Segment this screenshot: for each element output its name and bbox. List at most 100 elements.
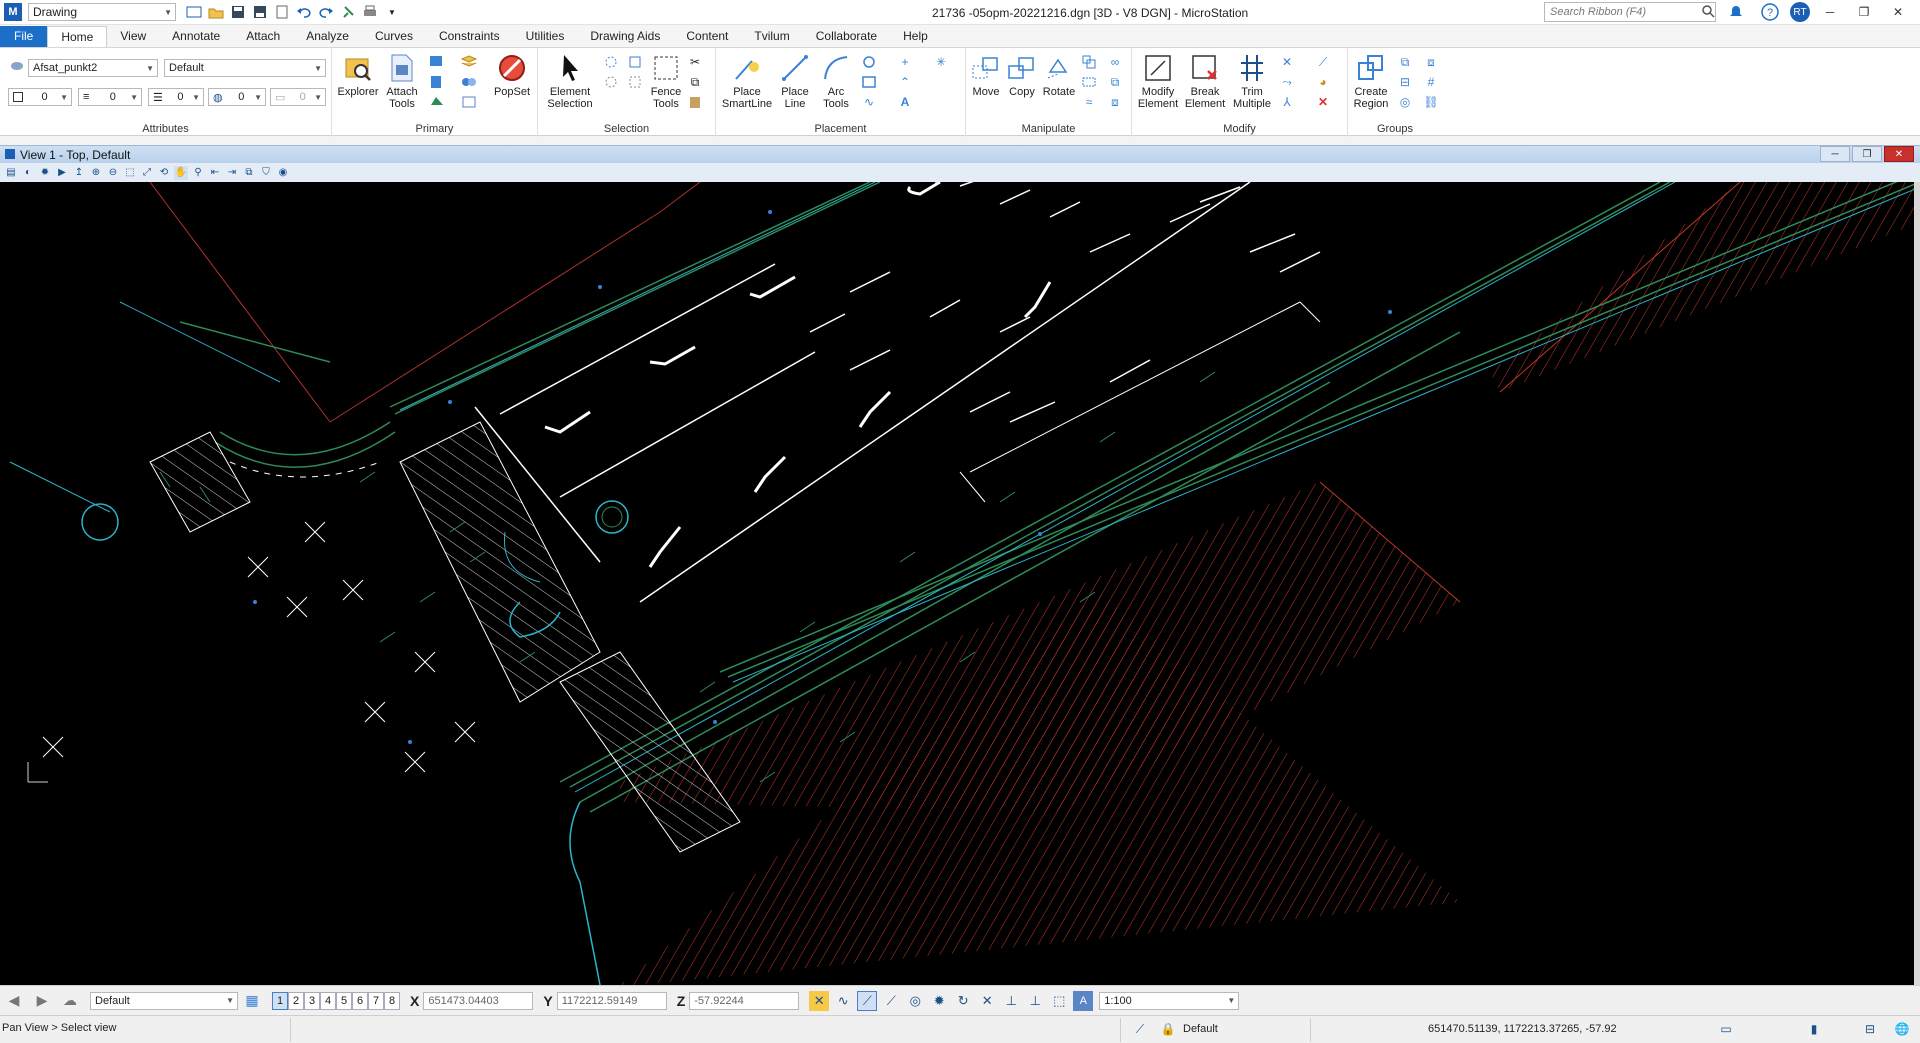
tab-view[interactable]: View bbox=[107, 26, 159, 47]
modify-element-button[interactable]: Modify Element bbox=[1136, 52, 1180, 110]
smartline-status-icon[interactable]: ⟋ bbox=[1132, 1021, 1148, 1037]
next-view-icon[interactable]: ⇥ bbox=[225, 166, 239, 180]
break-element-button[interactable]: Break Element bbox=[1182, 52, 1228, 110]
block-icon[interactable] bbox=[860, 74, 878, 90]
clear-selection-icon[interactable] bbox=[626, 74, 644, 90]
active-level-combo[interactable]: Default ▼ bbox=[90, 991, 238, 1010]
color-dropdown[interactable]: 0 ▼ bbox=[8, 88, 72, 106]
arc-tools-button[interactable]: Arc Tools bbox=[816, 52, 856, 110]
update-view-icon[interactable]: ↥ bbox=[72, 166, 86, 180]
back-arrow-icon[interactable]: ◀ bbox=[0, 990, 28, 1012]
view-6-button[interactable]: 6 bbox=[352, 991, 368, 1010]
view-2-button[interactable]: 2 bbox=[288, 991, 304, 1010]
view-3-button[interactable]: 3 bbox=[304, 991, 320, 1010]
open-folder-icon[interactable] bbox=[208, 4, 224, 20]
pattern-icon[interactable]: # bbox=[1422, 74, 1440, 90]
models-icon[interactable] bbox=[428, 54, 446, 70]
ungroup-icon[interactable]: ⧈ bbox=[1422, 54, 1440, 70]
line-style-dropdown[interactable]: ≡ 0 ▼ bbox=[78, 88, 142, 106]
attach-tools-button[interactable]: Attach Tools bbox=[382, 52, 422, 110]
camera-icon[interactable]: ◉ bbox=[276, 166, 290, 180]
workspace-dropdown[interactable]: Drawing ▼ bbox=[28, 3, 176, 21]
midpoint-snap-icon[interactable]: ⟋ bbox=[857, 990, 878, 1011]
vertical-scrollbar[interactable] bbox=[1914, 182, 1920, 985]
cut-icon[interactable]: ✂ bbox=[686, 54, 704, 70]
transparency-dropdown[interactable]: ◍ 0 ▼ bbox=[208, 88, 266, 106]
save-settings-icon[interactable] bbox=[252, 4, 268, 20]
save-icon[interactable] bbox=[230, 4, 246, 20]
select-all-icon[interactable] bbox=[602, 54, 620, 70]
annotation-scale-combo[interactable]: 1:100 ▼ bbox=[1099, 991, 1240, 1010]
intersect-icon[interactable]: ✕ bbox=[1278, 54, 1296, 70]
array-icon[interactable]: ∞ bbox=[1106, 54, 1124, 70]
view-close-icon[interactable]: ✕ bbox=[1884, 146, 1914, 162]
forward-arrow-icon[interactable]: ▶ bbox=[28, 990, 56, 1012]
origin-snap-icon[interactable]: ✹ bbox=[929, 991, 949, 1011]
place-smartline-button[interactable]: Place SmartLine bbox=[720, 52, 774, 110]
references-icon[interactable] bbox=[428, 74, 446, 90]
tab-content[interactable]: Content bbox=[673, 26, 741, 47]
lasso-icon[interactable] bbox=[602, 74, 620, 90]
display-style-icon[interactable]: ◐ bbox=[21, 166, 35, 180]
zoom-in-icon[interactable]: ⊕ bbox=[89, 166, 103, 180]
level-display-icon[interactable]: ☁ bbox=[56, 990, 84, 1012]
customize-dropdown-icon[interactable]: ▼ bbox=[384, 4, 400, 20]
connection-globe-icon[interactable]: 🌐 bbox=[1894, 1021, 1910, 1037]
view-groups-icon[interactable]: ▦ bbox=[238, 990, 266, 1012]
rendering-icon[interactable]: ✹ bbox=[38, 166, 52, 180]
nearest-snap-icon[interactable]: ∿ bbox=[833, 991, 853, 1011]
tangent-snap-icon[interactable]: ↻ bbox=[953, 991, 973, 1011]
minimize-icon[interactable]: ─ bbox=[1816, 2, 1844, 22]
spin-icon[interactable]: ⧈ bbox=[1106, 94, 1124, 110]
clip-volume-icon[interactable]: ⛉ bbox=[259, 166, 273, 180]
element-selection-button[interactable]: Element Selection bbox=[540, 52, 600, 110]
create-region-button[interactable]: Create Region bbox=[1350, 52, 1392, 110]
tab-attach[interactable]: Attach bbox=[233, 26, 293, 47]
keypoint-snap-icon[interactable]: ✕ bbox=[809, 990, 830, 1011]
view-1-button[interactable]: 1 bbox=[272, 991, 288, 1010]
fit-view-icon[interactable]: ⤢ bbox=[140, 166, 154, 180]
line-weight-dropdown[interactable]: ☰ 0 ▼ bbox=[148, 88, 204, 106]
tab-drawing-aids[interactable]: Drawing Aids bbox=[577, 26, 673, 47]
accudraw-icon[interactable]: A bbox=[1073, 990, 1094, 1011]
tab-home[interactable]: Home bbox=[47, 26, 108, 47]
text-icon[interactable]: A bbox=[896, 94, 914, 110]
symbol-icon[interactable]: ✳ bbox=[932, 54, 950, 70]
design-file-icon[interactable]: ▭ bbox=[1718, 1021, 1734, 1037]
undo-icon[interactable] bbox=[296, 4, 312, 20]
y-coordinate-field[interactable]: 1172212.59149 bbox=[556, 991, 667, 1010]
tab-utilities[interactable]: Utilities bbox=[513, 26, 578, 47]
cell-icon[interactable]: ⊟ bbox=[1396, 74, 1414, 90]
tab-curves[interactable]: Curves bbox=[362, 26, 426, 47]
tab-help[interactable]: Help bbox=[890, 26, 941, 47]
drawing-canvas[interactable] bbox=[0, 182, 1920, 985]
play-icon[interactable]: ▶ bbox=[55, 166, 69, 180]
tab-collaborate[interactable]: Collaborate bbox=[803, 26, 890, 47]
align-icon[interactable]: ⧉ bbox=[1106, 74, 1124, 90]
multiline-icon[interactable]: ⌃ bbox=[896, 74, 914, 90]
user-avatar[interactable]: RT bbox=[1790, 2, 1810, 22]
scale-icon[interactable] bbox=[1080, 54, 1098, 70]
window-area-icon[interactable]: ⬚ bbox=[123, 166, 137, 180]
trim-multiple-button[interactable]: Trim Multiple bbox=[1230, 52, 1274, 110]
point-icon[interactable]: + bbox=[896, 54, 914, 70]
help-icon[interactable]: ? bbox=[1756, 2, 1784, 22]
parallel-snap-icon[interactable]: ⊥ bbox=[1001, 991, 1021, 1011]
extend-icon[interactable]: ⤳ bbox=[1278, 74, 1296, 90]
bisector-snap-icon[interactable]: ⊥ bbox=[1025, 991, 1045, 1011]
explorer-button[interactable]: Explorer bbox=[336, 52, 380, 98]
display-styles-icon[interactable] bbox=[428, 94, 446, 110]
priority-dropdown[interactable]: ▭ 0 ▼ bbox=[270, 88, 326, 106]
move-button[interactable]: Move bbox=[968, 52, 1004, 98]
curve-icon[interactable]: ∿ bbox=[860, 94, 878, 110]
stretch-icon[interactable]: ≈ bbox=[1080, 94, 1098, 110]
notification-bell-icon[interactable] bbox=[1722, 2, 1750, 22]
compress-icon[interactable] bbox=[274, 4, 290, 20]
message-center-icon[interactable]: ⊟ bbox=[1862, 1021, 1878, 1037]
zoom-out-icon[interactable]: ⊖ bbox=[106, 166, 120, 180]
named-group-icon[interactable]: ◎ bbox=[1396, 94, 1414, 110]
copy-button[interactable]: Copy bbox=[1006, 52, 1038, 98]
fillet-icon[interactable]: ⟋ bbox=[1314, 54, 1332, 70]
restore-icon[interactable]: ❐ bbox=[1850, 2, 1878, 22]
previous-view-icon[interactable]: ⇤ bbox=[208, 166, 222, 180]
